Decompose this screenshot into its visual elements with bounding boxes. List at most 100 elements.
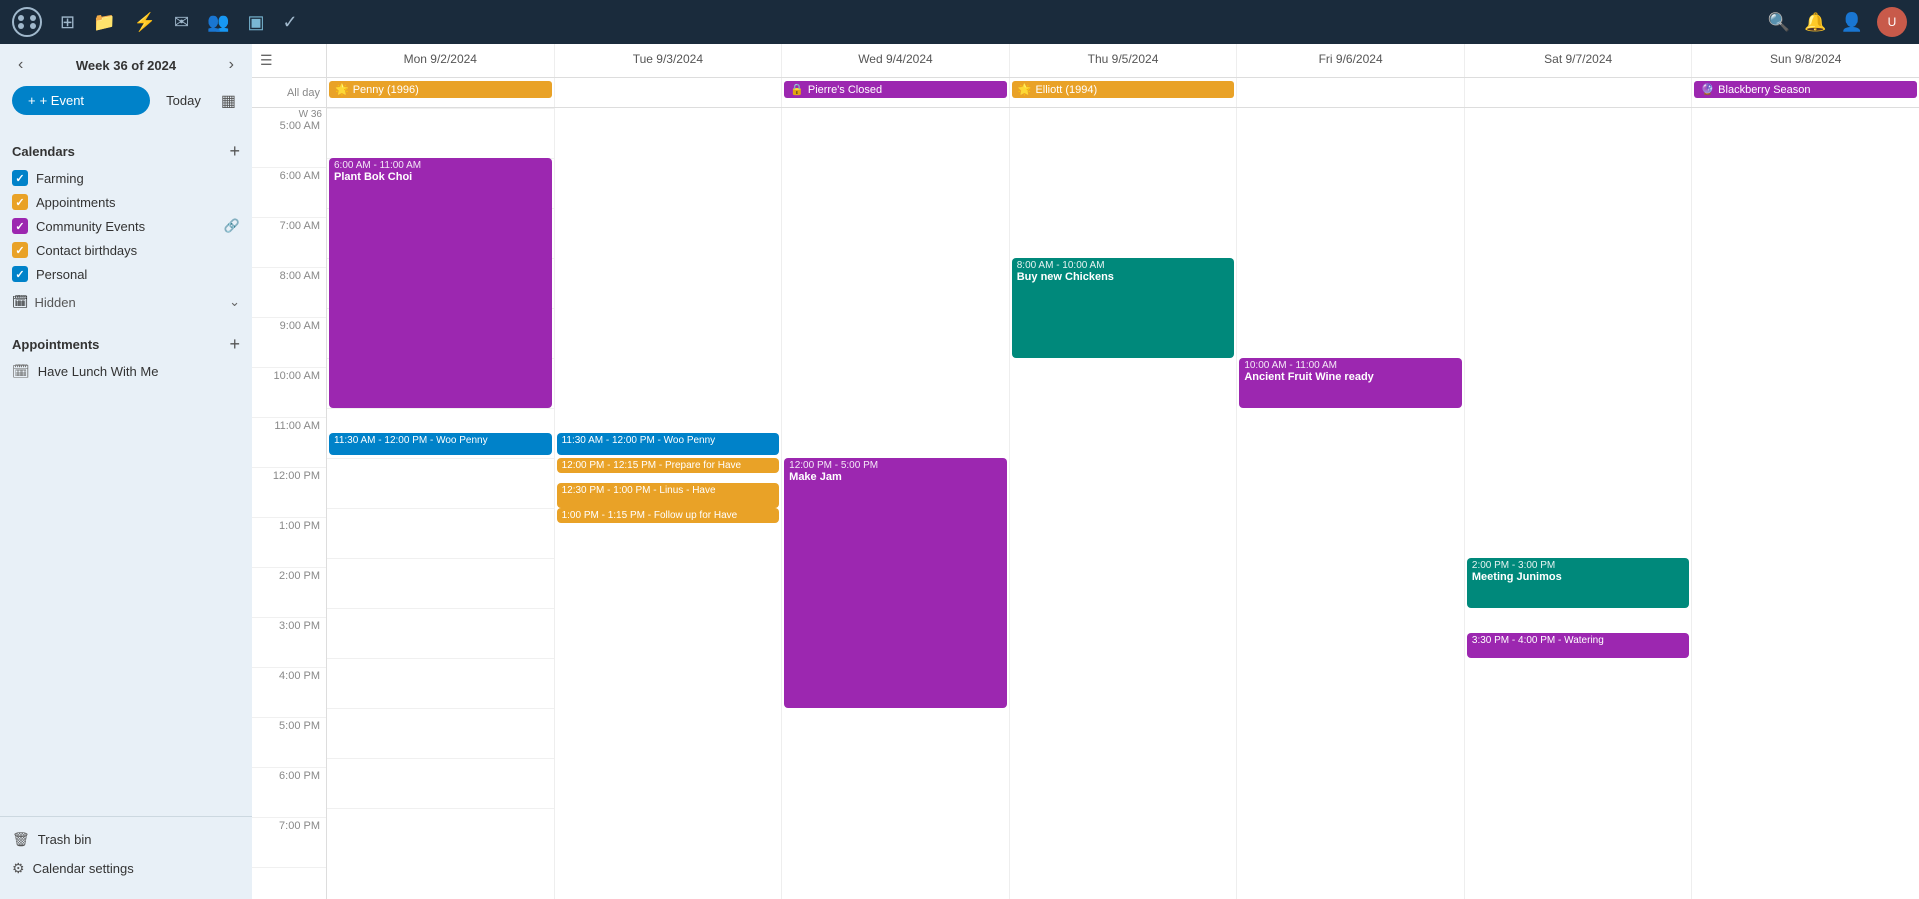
allday-cell-4[interactable]: [1237, 78, 1465, 107]
logo-icon[interactable]: [12, 7, 42, 37]
day-col-wed[interactable]: 12:00 PM - 5:00 PM Make Jam: [782, 108, 1010, 899]
linus-have-text: 12:30 PM - 1:00 PM - Linus - Have: [562, 485, 775, 496]
day-col-sat[interactable]: 2:00 PM - 3:00 PM Meeting Junimos 3:30 P…: [1465, 108, 1693, 899]
topnav-left: ⊞ 📁 ⚡ ✉ 👥 ▣ ✓: [12, 7, 298, 37]
chevron-down-icon: ⌄: [229, 294, 240, 310]
calendar-appt-icon: 🗓: [12, 363, 30, 380]
day-header-sun: Sun 9/8/2024: [1692, 44, 1919, 77]
blackberry-title: Blackberry Season: [1718, 84, 1810, 96]
pierres-closed-event[interactable]: 🔒 Pierre's Closed: [784, 81, 1007, 98]
sidebar-item-community-events[interactable]: Community Events 🔗: [0, 214, 252, 238]
contact-birthdays-checkbox[interactable]: [12, 242, 28, 258]
nav-calendar-icon[interactable]: ▣: [247, 12, 264, 33]
woo-penny-tue-text: 11:30 AM - 12:00 PM - Woo Penny: [562, 435, 775, 446]
watering-event[interactable]: 3:30 PM - 4:00 PM - Watering: [1467, 633, 1690, 658]
elliott-icon: 🌟: [1018, 83, 1032, 96]
followup-have-event[interactable]: 1:00 PM - 1:15 PM - Follow up for Have: [557, 508, 780, 523]
nav-activity-icon[interactable]: ⚡: [134, 12, 156, 33]
notifications-icon[interactable]: 🔔: [1804, 12, 1826, 33]
time-label-7pm: 7:00 PM: [252, 818, 326, 868]
time-label-3pm: 3:00 PM: [252, 618, 326, 668]
gear-icon: ⚙: [12, 860, 25, 877]
nav-grid-icon[interactable]: ⊞: [60, 12, 75, 33]
day-header-thu: Thu 9/5/2024: [1010, 44, 1238, 77]
personal-checkbox[interactable]: [12, 266, 28, 282]
avatar[interactable]: U: [1877, 7, 1907, 37]
time-labels: W 36 5:00 AM 6:00 AM 7:00 AM 8:00 AM 9:0…: [252, 108, 327, 899]
penny-event[interactable]: 🌟 Penny (1996): [329, 81, 552, 98]
plant-bok-choi-event[interactable]: 6:00 AM - 11:00 AM Plant Bok Choi: [329, 158, 552, 408]
new-event-button[interactable]: + + Event: [12, 86, 150, 115]
time-grid: W 36 5:00 AM 6:00 AM 7:00 AM 8:00 AM 9:0…: [252, 108, 1919, 899]
blackberry-event[interactable]: 🔮 Blackberry Season: [1694, 81, 1917, 98]
add-calendar-button[interactable]: +: [229, 141, 240, 162]
week-navigation: ‹ Week 36 of 2024 ›: [0, 44, 252, 86]
time-label-10am: 10:00 AM: [252, 368, 326, 418]
sidebar-item-contact-birthdays[interactable]: Contact birthdays: [0, 238, 252, 262]
sidebar-item-appointments[interactable]: Appointments: [0, 190, 252, 214]
meeting-junimos-event[interactable]: 2:00 PM - 3:00 PM Meeting Junimos: [1467, 558, 1690, 608]
time-label-5am: 5:00 AM: [252, 118, 326, 168]
linus-have-event[interactable]: 12:30 PM - 1:00 PM - Linus - Have: [557, 483, 780, 508]
farming-checkbox[interactable]: [12, 170, 28, 186]
buy-chickens-event[interactable]: 8:00 AM - 10:00 AM Buy new Chickens: [1012, 258, 1235, 358]
woo-penny-tue-event[interactable]: 11:30 AM - 12:00 PM - Woo Penny: [557, 433, 780, 455]
allday-cell-2[interactable]: 🔒 Pierre's Closed: [782, 78, 1010, 107]
allday-cell-5[interactable]: [1465, 78, 1693, 107]
day-col-sun[interactable]: [1692, 108, 1919, 899]
ancient-fruit-wine-event[interactable]: 10:00 AM - 11:00 AM Ancient Fruit Wine r…: [1239, 358, 1462, 408]
appointments-checkbox[interactable]: [12, 194, 28, 210]
main-layout: ‹ Week 36 of 2024 › + + Event Today ▦ Ca…: [0, 44, 1919, 899]
search-icon[interactable]: 🔍: [1768, 12, 1790, 33]
make-jam-time: 12:00 PM - 5:00 PM: [789, 460, 1002, 471]
nav-tasks-icon[interactable]: ✓: [282, 12, 297, 33]
add-appointment-button[interactable]: +: [229, 334, 240, 355]
time-label-6pm: 6:00 PM: [252, 768, 326, 818]
pierres-title: Pierre's Closed: [808, 84, 882, 96]
time-label-12pm: 12:00 PM: [252, 468, 326, 518]
allday-cell-3[interactable]: 🌟 Elliott (1994): [1010, 78, 1238, 107]
meeting-junimos-time: 2:00 PM - 3:00 PM: [1472, 560, 1685, 571]
make-jam-event[interactable]: 12:00 PM - 5:00 PM Make Jam: [784, 458, 1007, 708]
make-jam-title: Make Jam: [789, 471, 1002, 483]
sidebar-item-farming[interactable]: Farming: [0, 166, 252, 190]
time-label-11am: 11:00 AM: [252, 418, 326, 468]
time-label-7am: 7:00 AM: [252, 218, 326, 268]
prepare-have-event[interactable]: 12:00 PM - 12:15 PM - Prepare for Have: [557, 458, 780, 473]
elliott-event[interactable]: 🌟 Elliott (1994): [1012, 81, 1235, 98]
day-col-mon[interactable]: 6:00 AM - 11:00 AM Plant Bok Choi 11:30 …: [327, 108, 555, 899]
allday-cell-0[interactable]: 🌟 Penny (1996): [327, 78, 555, 107]
hidden-section[interactable]: 🗓 Hidden ⌄: [0, 286, 252, 318]
sidebar-item-personal[interactable]: Personal: [0, 262, 252, 286]
pierres-icon: 🔒: [790, 83, 804, 96]
appointments-label: Appointments: [36, 195, 240, 210]
nav-folder-icon[interactable]: 📁: [93, 12, 115, 33]
day-col-thu[interactable]: 8:00 AM - 10:00 AM Buy new Chickens: [1010, 108, 1238, 899]
community-events-checkbox[interactable]: [12, 218, 28, 234]
contacts-nav-icon[interactable]: 👤: [1841, 12, 1863, 33]
have-lunch-item[interactable]: 🗓 Have Lunch With Me: [0, 359, 252, 384]
followup-have-text: 1:00 PM - 1:15 PM - Follow up for Have: [562, 510, 775, 521]
prev-week-button[interactable]: ‹: [12, 54, 29, 76]
allday-cell-6[interactable]: 🔮 Blackberry Season: [1692, 78, 1919, 107]
trash-bin-item[interactable]: 🗑 Trash bin: [0, 825, 252, 854]
today-button[interactable]: Today: [158, 87, 209, 114]
appointments-section-header: Appointments +: [0, 326, 252, 359]
toggle-sidebar-button[interactable]: ☰: [260, 52, 273, 69]
hidden-label: Hidden: [35, 295, 224, 310]
calendar-clock-icon: 🗓: [12, 294, 29, 310]
have-lunch-label: Have Lunch With Me: [38, 364, 159, 379]
calendars-title: Calendars: [12, 144, 75, 159]
allday-cell-1[interactable]: [555, 78, 783, 107]
day-col-fri[interactable]: 10:00 AM - 11:00 AM Ancient Fruit Wine r…: [1237, 108, 1465, 899]
woo-penny-mon-event[interactable]: 11:30 AM - 12:00 PM - Woo Penny: [329, 433, 552, 455]
next-week-button[interactable]: ›: [223, 54, 240, 76]
calendar-header: ☰ Mon 9/2/2024 Tue 9/3/2024 Wed 9/4/2024…: [252, 44, 1919, 78]
nav-mail-icon[interactable]: ✉: [174, 12, 189, 33]
day-col-tue[interactable]: 11:30 AM - 12:00 PM - Woo Penny 12:00 PM…: [555, 108, 783, 899]
nav-contacts-icon[interactable]: 👥: [207, 12, 229, 33]
day-header-wed: Wed 9/4/2024: [782, 44, 1010, 77]
ancient-fruit-wine-title: Ancient Fruit Wine ready: [1244, 371, 1457, 383]
calendar-settings-item[interactable]: ⚙ Calendar settings: [0, 854, 252, 883]
grid-view-button[interactable]: ▦: [217, 87, 240, 115]
